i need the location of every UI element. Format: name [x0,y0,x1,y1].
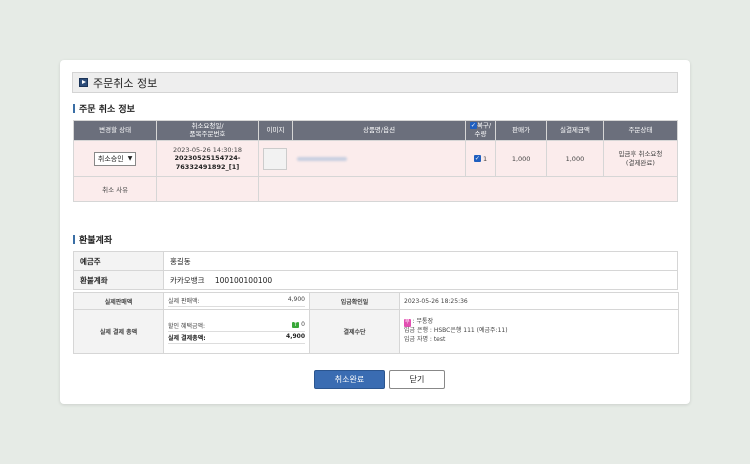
reason-label: 취소 사유 [72,176,158,202]
dialog-titlebar: 주문취소 정보 [72,72,678,93]
account-number: 100100100100 [214,275,273,285]
qty-value: 1 [482,154,488,163]
table-row: 실제 결제 총액 할인 혜택금액: T 0 실제 결제총액: 4,900 결제수단 무… [73,309,679,354]
depositor-value: 홍길동 [163,251,678,271]
refund-table: 예금주 홍길동 환불계좌 카카오뱅크 100100100100 [73,251,678,290]
payment-table: 실제판매액 실제 판매액: 4,900 입금확인일 2023-05-26 18:2… [73,292,679,354]
col-image: 이미지 [257,120,294,141]
section-bar [73,104,75,113]
col-status: 변경할 상태 [72,120,158,141]
table-row: 취소 사유 [72,176,679,202]
account-value: 카카오뱅크 100100100100 [163,270,678,290]
checkbox-icon[interactable]: ✓ [469,122,477,130]
total-label: 실제 결제 총액 [73,309,164,354]
col-qty: ✓복구/ 수량 [464,120,497,141]
col-request: 취소요청일/ 품목주문번호 [156,120,259,141]
qty-checkbox[interactable]: ✓ [473,155,481,162]
cancel-table: 변경할 상태 취소요청일/ 품목주문번호 이미지 상품명/옵션 ✓복구/ 수량 … [72,120,679,202]
table-row: 예금주 홍길동 [73,251,678,271]
bank-line: 입금 은행 : HSBC은행 111 (예금주:11) [404,327,508,335]
reason-input[interactable] [156,176,259,202]
depositor-label: 예금주 [73,251,164,271]
account-label: 환불계좌 [73,270,164,290]
bank-transfer-icon: 무 [404,319,411,327]
refund-section-title: 환불계좌 [73,233,112,246]
col-paid: 실결제금액 [546,120,604,141]
chevron-down-icon: ▼ [127,155,133,162]
method-cell: 무: 무통장 입금 은행 : HSBC은행 111 (예금주:11) 입금 자명… [399,309,679,354]
play-icon [79,78,88,87]
product-image[interactable] [262,147,287,170]
sale-amount-inner-label: 실제 판매액: [168,298,200,305]
discount-badge-icon: T [292,321,300,328]
request-date: 2023-05-26 14:30:18 [172,146,242,155]
close-button[interactable]: 닫기 [389,370,445,389]
col-order-status: 주문상태 [602,120,679,141]
total-value: 4,900 [286,332,305,340]
deposit-date-label: 입금확인일 [309,292,400,310]
product-name-blurred[interactable] [296,156,347,161]
depositor-line: 입금 자명 : test [404,335,446,343]
cancel-section-title: 주문 취소 정보 [73,102,135,115]
price-value: 1,000 [495,140,547,177]
table-row: 취소승인 ▼ 2023-05-26 14:30:18 20230525154724… [72,140,679,177]
order-status-value: 입금후 취소요청 (결제완료) [602,140,679,177]
col-product: 상품명/옵션 [292,120,466,141]
paid-value: 1,000 [546,140,604,177]
sale-amount-label: 실제판매액 [73,292,164,310]
table-header: 변경할 상태 취소요청일/ 품목주문번호 이미지 상품명/옵션 ✓복구/ 수량 … [72,120,679,141]
method-label: 결제수단 [309,309,400,354]
status-select[interactable]: 취소승인 ▼ [93,151,137,166]
deposit-date-value: 2023-05-26 18:25:36 [399,292,679,310]
table-row: 실제판매액 실제 판매액: 4,900 입금확인일 2023-05-26 18:2… [73,292,679,310]
method-value: : 무통장 [412,318,434,326]
total-cell: 할인 혜택금액: T 0 실제 결제총액: 4,900 [163,309,310,354]
cancel-complete-button[interactable]: 취소완료 [314,370,385,389]
reason-text[interactable] [257,176,679,202]
col-price: 판매가 [495,120,547,141]
sale-amount-cell: 실제 판매액: 4,900 [163,292,310,310]
section-bar [73,235,75,244]
bank-name: 카카오뱅크 [170,275,205,285]
dialog-card: 주문취소 정보 주문 취소 정보 변경할 상태 취소요청일/ 품목주문번호 이미… [60,60,690,404]
discount-value: 0 [301,320,305,328]
order-number: 20230525154724- 76332491892_[1] [174,154,241,171]
dialog-title: 주문취소 정보 [93,76,158,90]
total-inner-label: 실제 결제총액: [168,334,206,342]
sale-amount-value: 4,900 [287,296,305,303]
refund-section-label: 환불계좌 [79,236,113,246]
table-row: 환불계좌 카카오뱅크 100100100100 [73,270,678,290]
cancel-section-label: 주문 취소 정보 [79,105,135,115]
discount-label: 할인 혜택금액: [168,322,206,330]
